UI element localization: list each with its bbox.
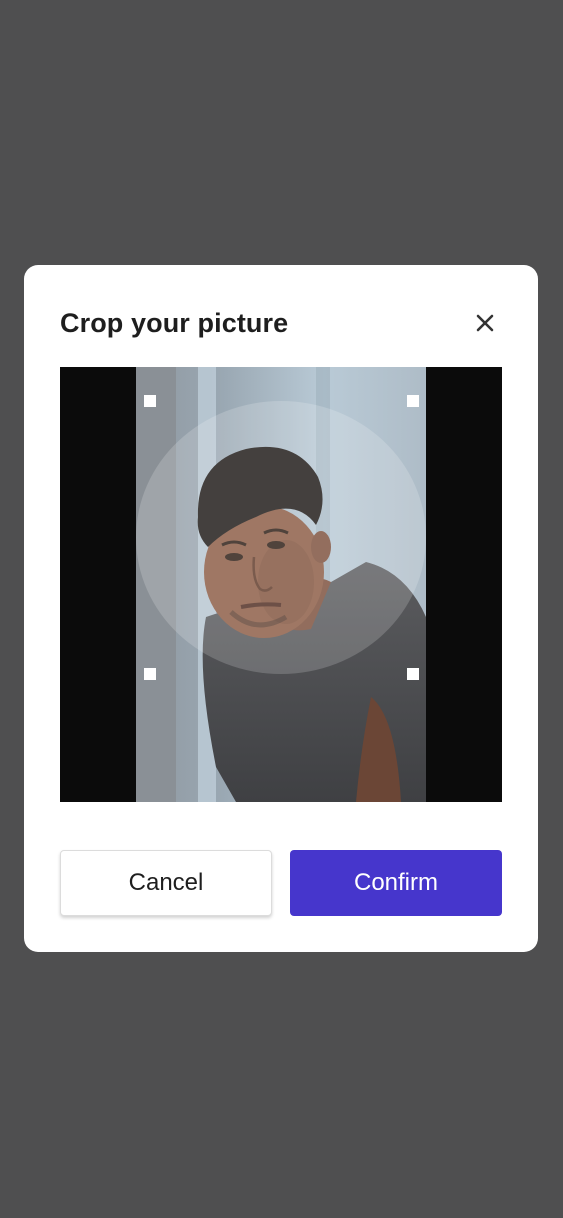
- cancel-button[interactable]: Cancel: [60, 850, 272, 916]
- close-icon: [468, 306, 502, 340]
- crop-handle-bottom-right[interactable]: [407, 668, 419, 680]
- crop-dialog: Crop your picture Cancel Confirm: [24, 265, 538, 952]
- crop-handle-top-right[interactable]: [407, 395, 419, 407]
- crop-circle[interactable]: [136, 401, 426, 674]
- crop-area[interactable]: [60, 367, 502, 802]
- crop-handle-bottom-left[interactable]: [144, 668, 156, 680]
- crop-handle-top-left[interactable]: [144, 395, 156, 407]
- dialog-title: Crop your picture: [60, 308, 289, 338]
- close-button[interactable]: [468, 306, 502, 340]
- confirm-button[interactable]: Confirm: [290, 850, 502, 916]
